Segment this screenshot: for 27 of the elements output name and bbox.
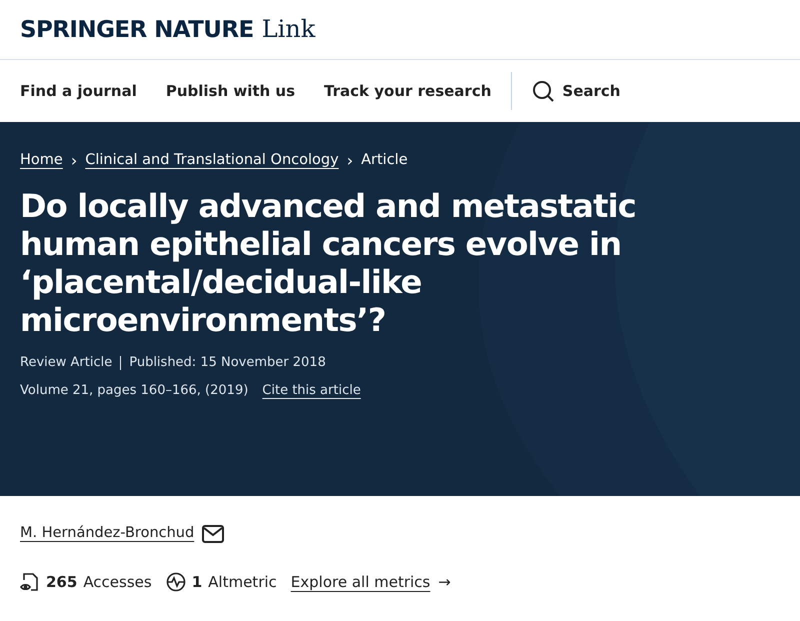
logo-product[interactable]: Link [262, 11, 316, 48]
breadcrumb-separator: › [346, 150, 354, 172]
nav-link[interactable]: Find a journal [20, 80, 137, 102]
document-eye-icon [20, 572, 40, 592]
article-title: Do locally advanced and metastatic human epithelial cancers evolve in ‘placental/decidual-like microenvironments’? [20, 187, 637, 339]
citation-text: Volume 21, pages 160–166, (2019) [20, 382, 248, 400]
breadcrumb-current: Article [361, 151, 408, 170]
nav-link[interactable]: Publish with us [166, 80, 296, 102]
metric-value: 1 [192, 572, 202, 593]
metric-value: 265 [46, 572, 78, 593]
cite-link[interactable]: Cite this article [262, 380, 361, 400]
email-icon[interactable] [202, 524, 224, 543]
breadcrumb-link[interactable]: Home [20, 150, 63, 172]
arrow-icon: → [438, 570, 451, 594]
nav-link[interactable]: Track your research [324, 80, 492, 102]
article-type: Review Article [20, 354, 112, 372]
search-link[interactable]: Search [532, 80, 620, 102]
explore-metrics-link[interactable]: Explore all metrics [290, 570, 430, 594]
breadcrumb-separator: › [70, 150, 78, 172]
breadcrumb-link[interactable]: Clinical and Translational Oncology [85, 150, 339, 172]
search-icon [532, 80, 554, 102]
metric-label: Accesses [83, 572, 152, 593]
author-link[interactable]: M. Hernández-Bronchud [20, 523, 194, 545]
published-date: Published: 15 November 2018 [129, 354, 326, 372]
pulse-circle-icon [166, 572, 186, 592]
logo-brand[interactable]: SPRINGER NATURE [20, 13, 254, 48]
metric-label: Altmetric [208, 572, 277, 593]
